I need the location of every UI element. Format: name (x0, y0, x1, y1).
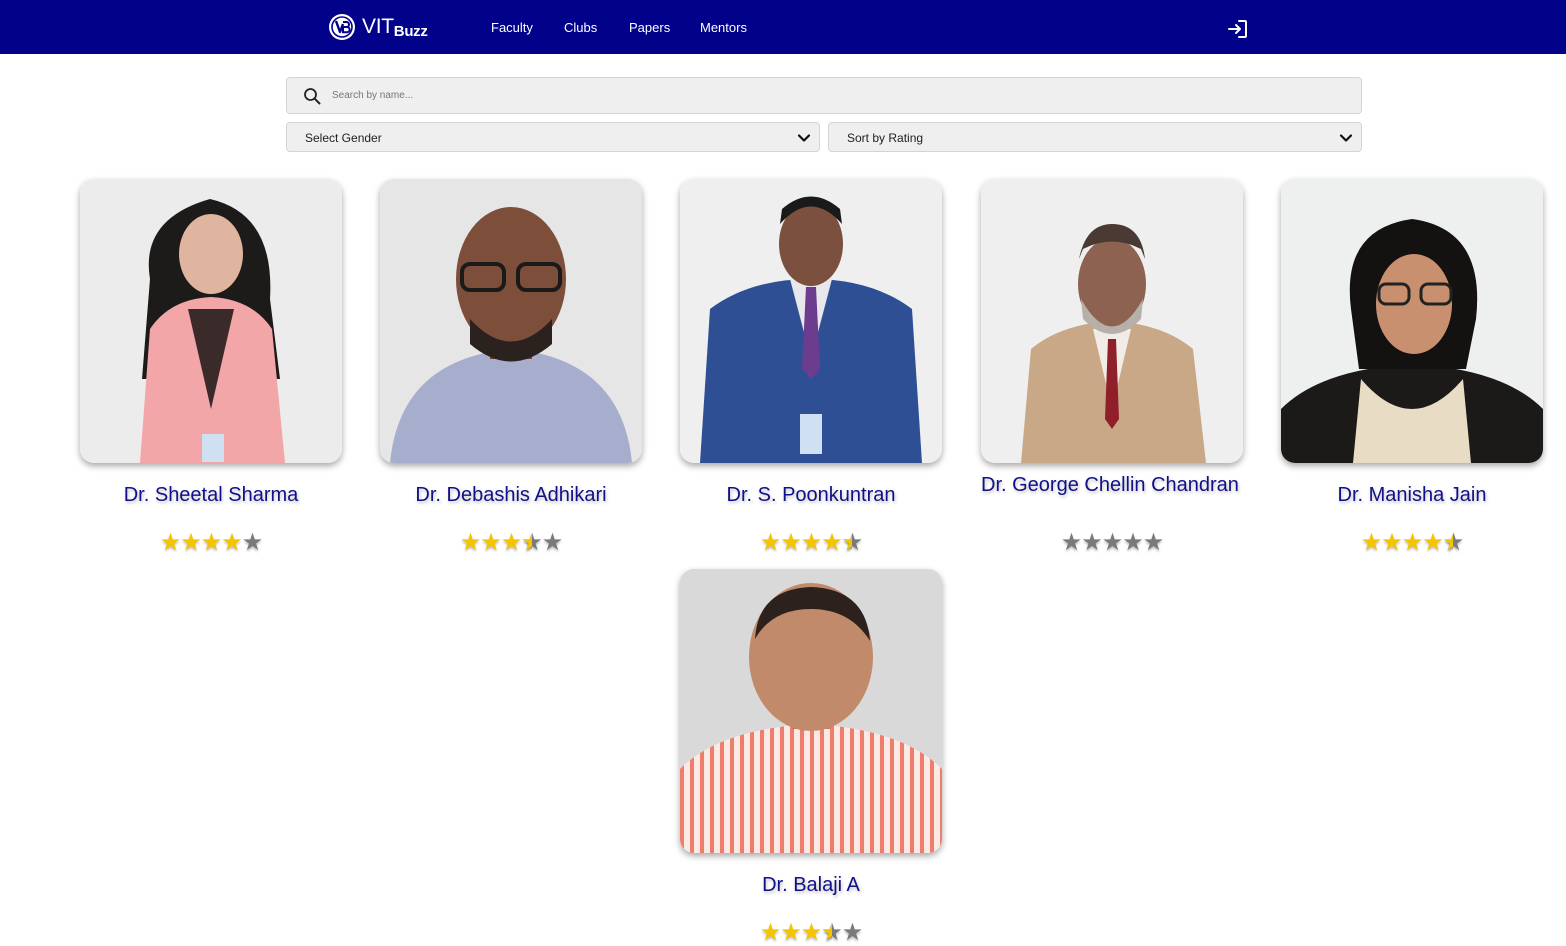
star-rating: ★★★★★ (1281, 529, 1543, 556)
star-empty-icon: ★ (1142, 529, 1164, 556)
search-input[interactable] (332, 78, 1342, 113)
gender-select[interactable]: Select Gender (286, 122, 820, 152)
star-empty-icon: ★ (1060, 529, 1082, 556)
faculty-name[interactable]: Dr. Debashis Adhikari (380, 483, 642, 508)
star-rating: ★★★★★ (80, 531, 342, 555)
brand-logo[interactable]: VITBuzz (328, 13, 428, 41)
sort-select[interactable]: Sort by Rating (828, 122, 1362, 152)
nav-clubs[interactable]: Clubs (564, 20, 597, 35)
star-filled-icon: ★ (221, 529, 242, 556)
star-filled-icon: ★ (800, 919, 822, 946)
star-filled-icon: ★ (800, 529, 822, 556)
search-icon (304, 88, 321, 105)
star-empty-icon: ★ (841, 919, 863, 946)
faculty-photo (680, 179, 942, 463)
star-filled-icon: ★ (480, 529, 501, 556)
star-filled-icon: ★ (500, 529, 522, 556)
star-filled-icon: ★ (459, 529, 481, 556)
nav-faculty[interactable]: Faculty (491, 20, 533, 35)
faculty-name[interactable]: Dr. George Chellin Chandran (981, 473, 1243, 498)
faculty-photo (80, 179, 342, 463)
star-filled-icon: ★ (1381, 529, 1402, 556)
faculty-photo (680, 569, 942, 853)
star-empty-icon: ★ (1081, 529, 1102, 556)
nav-mentors[interactable]: Mentors (700, 20, 747, 35)
vitbuzz-logo-icon (329, 14, 355, 40)
faculty-photo (380, 179, 642, 463)
top-navbar: VITBuzz Faculty Clubs Papers Mentors (0, 0, 1566, 54)
faculty-name[interactable]: Dr. Manisha Jain (1281, 483, 1543, 508)
login-icon[interactable] (1226, 17, 1250, 41)
star-empty-icon: ★ (1122, 529, 1143, 556)
star-half-icon: ★ (521, 531, 542, 556)
star-rating: ★★★★★ (680, 919, 942, 946)
star-filled-icon: ★ (821, 529, 842, 556)
star-filled-icon: ★ (759, 919, 781, 946)
faculty-name[interactable]: Dr. Sheetal Sharma (80, 483, 342, 508)
star-filled-icon: ★ (1401, 529, 1423, 556)
brand-name: VITBuzz (362, 15, 428, 40)
search-bar (286, 77, 1362, 114)
star-half-icon: ★ (842, 531, 863, 556)
faculty-name[interactable]: Dr. Balaji A (680, 873, 942, 898)
star-filled-icon: ★ (780, 529, 801, 556)
star-filled-icon: ★ (759, 529, 781, 556)
star-filled-icon: ★ (159, 529, 181, 556)
star-filled-icon: ★ (1360, 529, 1382, 556)
star-rating: ★★★★★ (380, 529, 642, 556)
star-filled-icon: ★ (200, 529, 222, 556)
star-rating: ★★★★★ (981, 531, 1243, 555)
chevron-down-icon (797, 134, 811, 142)
star-empty-icon: ★ (1101, 529, 1123, 556)
nav-papers[interactable]: Papers (629, 20, 670, 35)
sort-select-label: Sort by Rating (847, 131, 924, 145)
star-half-icon: ★ (1443, 531, 1464, 556)
star-rating: ★★★★★ (680, 529, 942, 556)
star-empty-icon: ★ (241, 529, 263, 556)
star-filled-icon: ★ (180, 529, 201, 556)
faculty-name[interactable]: Dr. S. Poonkuntran (680, 483, 942, 508)
faculty-photo (1281, 179, 1543, 463)
star-filled-icon: ★ (780, 919, 801, 946)
gender-select-label: Select Gender (305, 131, 382, 145)
star-half-icon: ★ (821, 921, 842, 946)
star-filled-icon: ★ (1422, 529, 1443, 556)
chevron-down-icon (1339, 134, 1353, 142)
star-empty-icon: ★ (541, 529, 563, 556)
faculty-photo (981, 179, 1243, 463)
